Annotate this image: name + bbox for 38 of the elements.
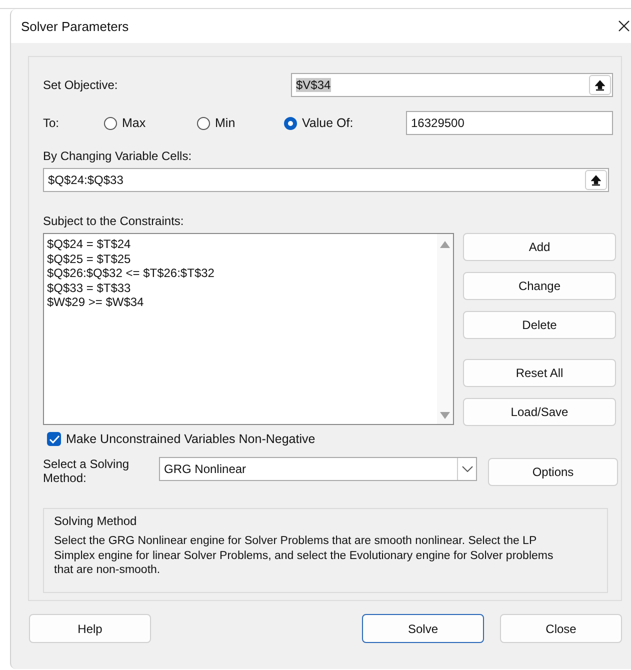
collapse-button[interactable]: [585, 170, 607, 190]
window-title: Solver Parameters: [21, 18, 129, 34]
description-title: Solving Method: [54, 514, 138, 528]
radio-option[interactable]: Value Of:: [284, 116, 406, 130]
solving-method-label: Select a Solving Method:: [43, 457, 130, 485]
constraint-item[interactable]: $Q$33 = $T$33: [47, 280, 214, 295]
options-button[interactable]: Options: [488, 458, 618, 486]
to-label: To:: [43, 116, 60, 130]
solving-method-dropdown[interactable]: GRG Nonlinear: [159, 457, 477, 481]
close-icon[interactable]: [618, 20, 630, 32]
caret-icon: [462, 466, 472, 472]
up-arrow-icon: [595, 80, 605, 90]
constraints-label: Subject to the Constraints:: [43, 214, 185, 228]
variable-cells-field[interactable]: $Q$24:$Q$33: [43, 168, 609, 192]
objective-label: Set Objective:: [43, 78, 119, 92]
constraint-button[interactable]: Delete: [463, 311, 616, 339]
constraint-item[interactable]: $W$29 >= $W$34: [47, 295, 214, 310]
collapse-button[interactable]: [589, 75, 611, 95]
constraints-list[interactable]: $Q$24 = $T$24 $Q$25 = $T$25 $Q$26:$Q$32 <= $T$26:$T$32 $Q$33 = $T$33 $W$29 >= $W$34: [43, 233, 454, 425]
radio-option[interactable]: Max: [104, 116, 197, 130]
constraint-item[interactable]: $Q$26:$Q$32 <= $T$26:$T$32: [47, 266, 214, 280]
dialog-button[interactable]: Close: [500, 614, 622, 643]
constraint-button[interactable]: Change: [463, 272, 616, 300]
non-negative-checkbox[interactable]: Make Unconstrained Variables Non-Negative: [47, 432, 621, 446]
constraint-button[interactable]: Add: [463, 233, 616, 261]
dialog-button[interactable]: Help: [29, 614, 151, 643]
value-field[interactable]: 16329500: [406, 111, 613, 135]
constraint-button[interactable]: Load/Save: [463, 398, 616, 426]
constraint-item[interactable]: $Q$24 = $T$24: [47, 237, 214, 252]
checkmark-icon: [48, 434, 60, 444]
variable-cells-label: By Changing Variable Cells:: [43, 149, 193, 163]
dialog-button[interactable]: Solve: [362, 614, 484, 643]
description-text: Select the GRG Nonlinear engine for Solver Problems that are smooth nonlinear. Select the LP Simplex engine for linear Solver Problems, and select the Evolutionary engine for Solver problems that are non-smooth.: [54, 534, 554, 578]
up-arrow-icon: [591, 174, 601, 186]
constraint-item[interactable]: $Q$25 = $T$25: [47, 252, 214, 266]
constraint-button[interactable]: Reset All: [463, 359, 616, 387]
objective-field[interactable]: $V$34: [291, 73, 613, 97]
radio-option[interactable]: Min: [197, 116, 284, 130]
